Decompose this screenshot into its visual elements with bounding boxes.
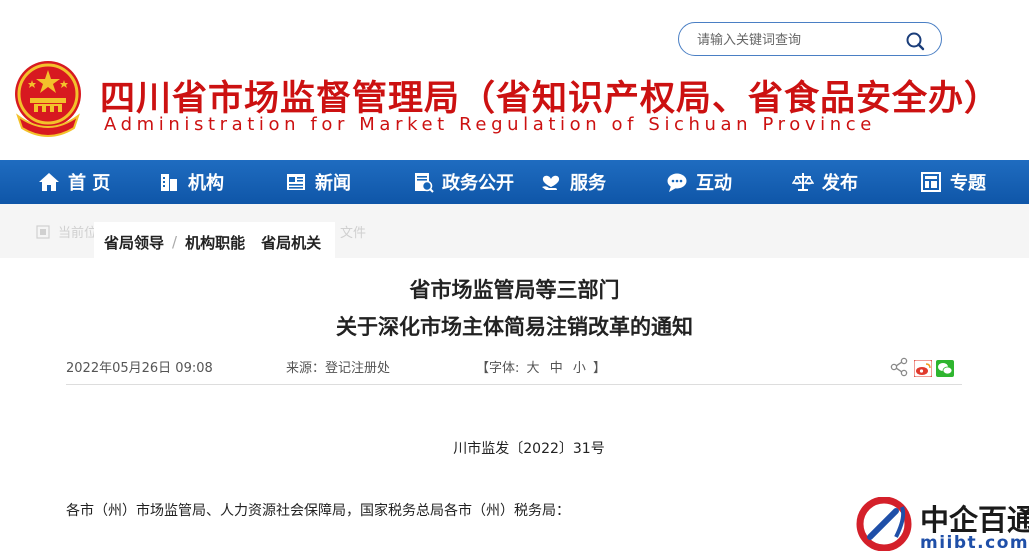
font-size-label: 【字体: <box>476 361 520 376</box>
nav-item-label: 新闻 <box>315 173 351 194</box>
font-size-small[interactable]: 小 <box>573 361 586 376</box>
nav-item-services[interactable]: 服务 <box>540 160 606 204</box>
grid-icon <box>921 172 941 192</box>
search-input[interactable] <box>697 31 897 49</box>
nav-item-publish[interactable]: 发布 <box>792 160 858 204</box>
nav-item-label: 机构 <box>188 173 224 194</box>
nav-item-label: 互动 <box>696 173 732 194</box>
nav-item-home[interactable]: 首 页 <box>38 160 110 204</box>
document-number: 川市监发〔2022〕31号 <box>453 441 605 457</box>
national-emblem-icon <box>15 61 81 137</box>
nav-item-news[interactable]: 新闻 <box>285 160 351 204</box>
article-title-line-1: 省市场监管局等三部门 <box>409 277 620 302</box>
nav-item-label: 专题 <box>950 173 986 194</box>
meta-divider <box>66 384 962 385</box>
submenu-item-offices[interactable]: 省局机关 <box>261 232 321 253</box>
watermark-logo-icon <box>856 497 912 551</box>
building-icon <box>161 174 177 191</box>
article-title-line-2: 关于深化市场主体简易注销改革的通知 <box>336 314 693 339</box>
scale-icon <box>792 173 814 191</box>
heart-hand-icon <box>542 175 560 190</box>
font-size-medium[interactable]: 中 <box>550 361 563 376</box>
nav-item-label: 服务 <box>570 173 606 194</box>
wechat-icon[interactable] <box>936 360 954 377</box>
font-size-selector: 【字体: 大 中 小 】 <box>476 357 606 376</box>
article-salutation: 各市（州）市场监管局、人力资源社会保障局，国家税务总局各市（州）税务局： <box>66 503 570 519</box>
submenu-item-functions[interactable]: 机构职能 <box>185 232 245 253</box>
search-icon[interactable] <box>905 31 925 51</box>
dropdown-submenu: 省局领导 / 机构职能 省局机关 <box>94 222 336 262</box>
separator: / <box>172 233 178 251</box>
submenu-item-leaders[interactable]: 省局领导 <box>104 232 164 253</box>
share-icon[interactable] <box>890 357 908 377</box>
article-source: 来源：登记注册处 <box>286 361 391 376</box>
chat-icon <box>667 173 687 192</box>
nav-item-institutions[interactable]: 机构 <box>158 160 224 204</box>
nav-item-interaction[interactable]: 互动 <box>666 160 732 204</box>
breadcrumb-prefix: 当前位 <box>58 226 98 241</box>
publish-date: 2022年05月26日 09:08 <box>66 361 213 376</box>
watermark-domain: miibt.com <box>920 533 1029 553</box>
font-size-close: 】 <box>593 361 607 376</box>
font-size-large[interactable]: 大 <box>527 361 540 376</box>
weibo-icon[interactable] <box>914 360 932 377</box>
nav-item-topics[interactable]: 专题 <box>920 160 986 204</box>
main-nav: 首 页 机构 新闻 政务公开 服务 互动 发布 专题 <box>0 160 1029 204</box>
search-box <box>678 22 942 56</box>
site-subtitle: Administration for Market Regulation of … <box>104 114 876 135</box>
news-icon <box>287 174 305 190</box>
nav-item-gov-affairs[interactable]: 政务公开 <box>412 160 514 204</box>
site-header: 四川省市场监督管理局（省知识产权局、省食品安全办） Administration… <box>0 0 1029 160</box>
nav-item-label: 政务公开 <box>442 173 514 194</box>
breadcrumb: 当前位 文件 省局领导 / 机构职能 省局机关 <box>0 204 1029 262</box>
nav-item-label: 发布 <box>822 173 858 194</box>
document-icon <box>415 173 434 193</box>
breadcrumb-ghost: 当前位 <box>36 222 97 241</box>
breadcrumb-suffix: 文件 <box>340 226 367 241</box>
nav-item-label: 首 页 <box>68 173 111 194</box>
location-icon <box>36 225 50 239</box>
home-icon <box>39 173 59 191</box>
